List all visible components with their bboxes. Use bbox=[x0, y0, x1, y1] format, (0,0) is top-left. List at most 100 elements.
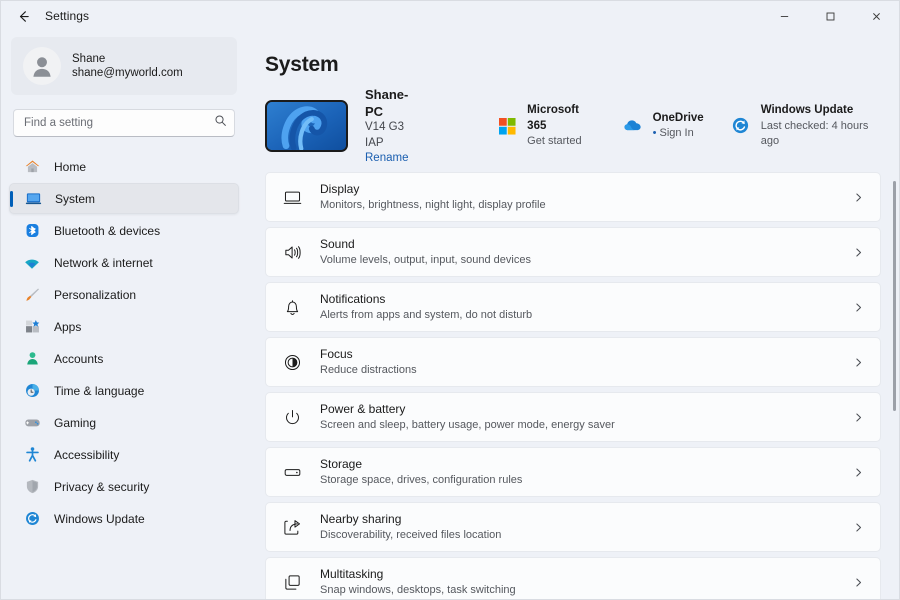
status-windows-update[interactable]: Windows Update Last checked: 4 hours ago bbox=[730, 103, 881, 148]
power-icon bbox=[281, 406, 303, 428]
sidebar-item-windows-update[interactable]: Windows Update bbox=[9, 503, 239, 534]
sidebar-item-label: Privacy & security bbox=[54, 479, 150, 494]
settings-row-multitasking[interactable]: Multitasking Snap windows, desktops, tas… bbox=[265, 557, 881, 599]
row-subtitle: Reduce distractions bbox=[320, 363, 417, 376]
search-input[interactable] bbox=[13, 109, 235, 137]
status-title: Microsoft 365 bbox=[527, 104, 579, 132]
speaker-icon bbox=[281, 241, 303, 263]
chevron-right-icon bbox=[853, 522, 864, 533]
row-title: Sound bbox=[320, 237, 355, 252]
row-subtitle: Screen and sleep, battery usage, power m… bbox=[320, 418, 615, 431]
window-body: Shane shane@myworld.com Find a setting H… bbox=[1, 31, 899, 599]
clock-icon bbox=[23, 382, 41, 400]
sidebar-item-label: Apps bbox=[54, 319, 82, 334]
chevron-right-icon bbox=[853, 357, 864, 368]
status-onedrive[interactable]: OneDrive • Sign In bbox=[622, 111, 704, 141]
settings-row-display[interactable]: Display Monitors, brightness, night ligh… bbox=[265, 172, 881, 222]
close-button[interactable] bbox=[853, 1, 899, 31]
settings-row-notifications[interactable]: Notifications Alerts from apps and syste… bbox=[265, 282, 881, 332]
sidebar-item-gaming[interactable]: Gaming bbox=[9, 407, 239, 438]
sidebar-item-apps[interactable]: Apps bbox=[9, 311, 239, 342]
maximize-icon bbox=[826, 12, 834, 20]
sidebar: Shane shane@myworld.com Find a setting H… bbox=[1, 31, 247, 599]
sidebar-item-label: Accounts bbox=[54, 351, 104, 366]
avatar bbox=[23, 47, 61, 85]
settings-row-focus[interactable]: Focus Reduce distractions bbox=[265, 337, 881, 387]
row-title: Display bbox=[320, 182, 360, 197]
windows-stack-icon bbox=[281, 571, 303, 593]
back-arrow-icon bbox=[19, 10, 29, 22]
back-button[interactable] bbox=[7, 3, 39, 29]
windows-update-icon bbox=[730, 115, 752, 137]
chevron-right-icon bbox=[853, 577, 864, 588]
settings-row-nearby-sharing[interactable]: Nearby sharing Discoverability, received… bbox=[265, 502, 881, 552]
settings-row-storage[interactable]: Storage Storage space, drives, configura… bbox=[265, 447, 881, 497]
sidebar-item-privacy-security[interactable]: Privacy & security bbox=[9, 471, 239, 502]
window-title: Settings bbox=[45, 9, 90, 23]
row-subtitle: Volume levels, output, input, sound devi… bbox=[320, 253, 531, 266]
accessibility-icon bbox=[23, 446, 41, 464]
row-subtitle: Discoverability, received files location bbox=[320, 528, 502, 541]
chevron-right-icon bbox=[853, 302, 864, 313]
sidebar-item-label: Network & internet bbox=[54, 255, 153, 270]
account-card[interactable]: Shane shane@myworld.com bbox=[11, 37, 237, 95]
sidebar-item-time-language[interactable]: Time & language bbox=[9, 375, 239, 406]
settings-row-sound[interactable]: Sound Volume levels, output, input, soun… bbox=[265, 227, 881, 277]
sidebar-item-label: Time & language bbox=[54, 383, 145, 398]
minimize-icon bbox=[780, 15, 788, 17]
title-bar: Settings bbox=[1, 1, 899, 31]
bluetooth-icon bbox=[23, 222, 41, 240]
monitor-icon bbox=[281, 186, 303, 208]
sidebar-item-label: Bluetooth & devices bbox=[54, 223, 161, 238]
status-title: Windows Update bbox=[760, 104, 854, 117]
row-title: Notifications bbox=[320, 292, 386, 307]
status-sub-text: Sign In bbox=[659, 127, 694, 140]
sidebar-item-system[interactable]: System bbox=[9, 183, 239, 214]
sidebar-item-personalization[interactable]: Personalization bbox=[9, 279, 239, 310]
sidebar-item-network-internet[interactable]: Network & internet bbox=[9, 247, 239, 278]
row-subtitle: Snap windows, desktops, task switching bbox=[320, 583, 516, 596]
row-title: Multitasking bbox=[320, 567, 384, 582]
maximize-button[interactable] bbox=[807, 1, 853, 31]
sidebar-item-bluetooth-devices[interactable]: Bluetooth & devices bbox=[9, 215, 239, 246]
rename-link[interactable]: Rename bbox=[365, 151, 424, 166]
device-strip: Shane-PC V14 G3 IAP Rename Microsoft 365… bbox=[265, 87, 881, 164]
vertical-scrollbar[interactable] bbox=[893, 181, 896, 411]
main-content: System Shane-PC V14 G3 IAP Rename Micros… bbox=[247, 31, 899, 599]
chevron-right-icon bbox=[853, 247, 864, 258]
search-container bbox=[13, 109, 235, 137]
sidebar-item-accounts[interactable]: Accounts bbox=[9, 343, 239, 374]
sidebar-item-label: Home bbox=[54, 159, 87, 174]
minimize-button[interactable] bbox=[761, 1, 807, 31]
gamepad-icon bbox=[23, 414, 41, 432]
windows-wallpaper-icon bbox=[267, 102, 346, 150]
chevron-right-icon bbox=[853, 467, 864, 478]
home-icon bbox=[23, 158, 41, 176]
status-subtitle: Last checked: 4 hours ago bbox=[760, 119, 869, 147]
sidebar-item-accessibility[interactable]: Accessibility bbox=[9, 439, 239, 470]
bell-icon bbox=[281, 296, 303, 318]
sidebar-nav: Home System Bluetooth & devices Network … bbox=[1, 151, 247, 535]
device-name: Shane-PC bbox=[365, 87, 409, 120]
sidebar-item-label: System bbox=[55, 191, 96, 206]
row-title: Power & battery bbox=[320, 402, 406, 417]
settings-list: Display Monitors, brightness, night ligh… bbox=[265, 172, 881, 599]
row-title: Nearby sharing bbox=[320, 512, 402, 527]
status-items: Microsoft 365 Get started OneDrive • Sig… bbox=[496, 103, 881, 149]
settings-row-power-battery[interactable]: Power & battery Screen and sleep, batter… bbox=[265, 392, 881, 442]
sidebar-item-label: Personalization bbox=[54, 287, 137, 302]
account-name: Shane bbox=[72, 52, 106, 65]
sidebar-item-label: Gaming bbox=[54, 415, 97, 430]
sidebar-item-home[interactable]: Home bbox=[9, 151, 239, 182]
status-microsoft-365[interactable]: Microsoft 365 Get started bbox=[496, 103, 595, 149]
row-subtitle: Monitors, brightness, night light, displ… bbox=[320, 198, 546, 211]
system-icon bbox=[24, 190, 42, 208]
close-icon bbox=[872, 12, 880, 20]
device-info: Shane-PC V14 G3 IAP Rename bbox=[365, 86, 424, 166]
chevron-right-icon bbox=[853, 192, 864, 203]
status-title: OneDrive bbox=[652, 111, 704, 124]
row-title: Storage bbox=[320, 457, 363, 472]
row-subtitle: Alerts from apps and system, do not dist… bbox=[320, 308, 533, 321]
sidebar-item-label: Accessibility bbox=[54, 447, 120, 462]
status-bullet: • bbox=[652, 127, 657, 140]
